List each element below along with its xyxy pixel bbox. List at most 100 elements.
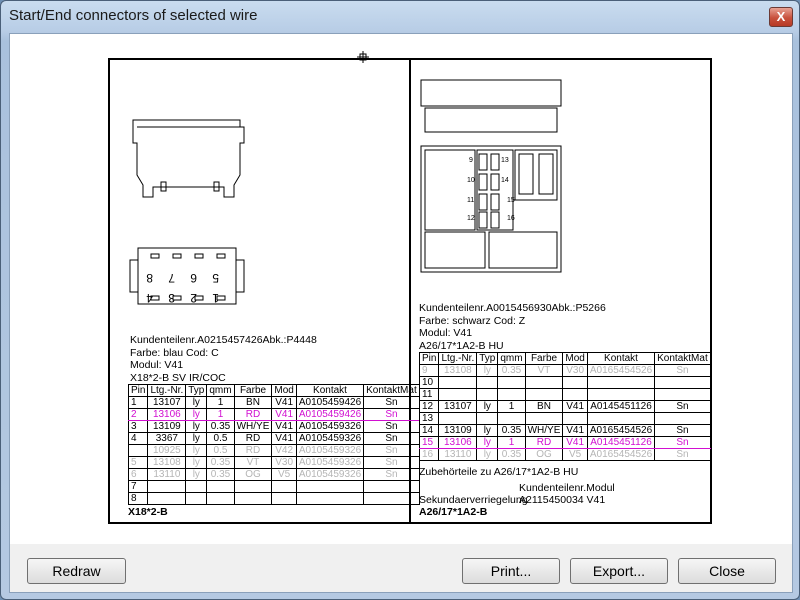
- table-row[interactable]: 16 13110 ly 0.35 OG V5 A0165454526 Sn: [418, 448, 711, 461]
- column-header: Kontakt: [586, 352, 656, 365]
- table-cell: [233, 492, 273, 505]
- table-cell: Sn: [654, 424, 711, 437]
- table-row[interactable]: 12 13107 ly 1 BN V41 A0145451126 Sn: [418, 400, 711, 413]
- table-cell: 13108: [438, 364, 478, 377]
- table-row[interactable]: 15 13106 ly 1 RD V41 A0145451126 Sn: [418, 436, 711, 449]
- right-connector-info: Kundenteilenr.A0015456930Abk.:P5266 Farb…: [419, 302, 606, 352]
- table-cell: Sn: [654, 436, 711, 449]
- table-row[interactable]: 10925 ly 0.5 RD V42 A0105459326 Sn: [127, 444, 420, 457]
- table-row[interactable]: 8: [127, 492, 420, 505]
- table-row[interactable]: 13: [418, 412, 711, 425]
- table-cell: [654, 376, 711, 389]
- accessories-row-label: Sekundaerverriegelung: [419, 494, 528, 506]
- table-cell: [438, 376, 478, 389]
- table-cell: Sn: [363, 468, 420, 481]
- pin-label: 8: [146, 271, 153, 285]
- table-row[interactable]: 2 13106 ly 1 RD V41 A0105459426 Sn: [127, 408, 420, 421]
- column-header: Mod: [271, 384, 297, 397]
- table-cell: 0.35: [206, 456, 235, 469]
- cavity-label: 13: [501, 157, 509, 164]
- table-cell: 0.35: [206, 468, 235, 481]
- pin-label: 4: [146, 291, 153, 305]
- table-cell: [497, 412, 526, 425]
- table-row[interactable]: 3 13109 ly 0.35 WH/YE V41 A0105459326 Sn: [127, 420, 420, 433]
- title-bar[interactable]: Start/End connectors of selected wire X: [1, 1, 799, 33]
- table-cell: 1: [206, 396, 235, 409]
- close-button[interactable]: Close: [678, 558, 776, 584]
- table-cell: [562, 376, 588, 389]
- table-cell: Sn: [654, 400, 711, 413]
- table-cell: 13107: [438, 400, 478, 413]
- table-cell: 6: [127, 468, 149, 481]
- table-cell: A0145451126: [586, 400, 656, 413]
- table-row[interactable]: 11: [418, 388, 711, 401]
- table-cell: [654, 412, 711, 425]
- table-cell: 0.35: [497, 424, 526, 437]
- table-cell: V41: [271, 420, 297, 433]
- table-cell: ly: [476, 424, 499, 437]
- left-connector-info: Kundenteilenr.A0215457426Abk.:P4448 Farb…: [130, 334, 317, 384]
- table-cell: A0165454526: [586, 424, 656, 437]
- table-row[interactable]: 14 13109 ly 0.35 WH/YE V41 A0165454526 Sn: [418, 424, 711, 437]
- table-cell: ly: [476, 364, 499, 377]
- table-cell: V42: [271, 444, 297, 457]
- left-connector-side-view: [132, 119, 245, 198]
- column-header: Farbe: [233, 384, 273, 397]
- table-cell: V41: [562, 424, 588, 437]
- connector-sheet: 8 7 6 5 4 3 2 1 Kundenteilenr.A021545742…: [108, 58, 712, 524]
- left-connector-pinout: 8 7 6 5 4 3 2 1: [129, 247, 245, 305]
- close-icon[interactable]: X: [769, 7, 793, 27]
- table-row[interactable]: 6 13110 ly 0.35 OG V5 A0105459326 Sn: [127, 468, 420, 481]
- table-cell: 13: [418, 412, 440, 425]
- accessories-header: Kundenteilenr.Modul: [519, 481, 615, 494]
- table-cell: V41: [562, 400, 588, 413]
- table-cell: BN: [524, 400, 564, 413]
- table-cell: [476, 412, 499, 425]
- drawing-canvas: 8 7 6 5 4 3 2 1 Kundenteilenr.A021545742…: [10, 34, 792, 544]
- cavity-label: 16: [507, 215, 515, 222]
- print-button[interactable]: Print...: [462, 558, 560, 584]
- client-area: 8 7 6 5 4 3 2 1 Kundenteilenr.A021545742…: [9, 33, 793, 593]
- table-cell: 8: [127, 492, 149, 505]
- column-header: Kontakt: [295, 384, 365, 397]
- redraw-button[interactable]: Redraw: [27, 558, 126, 584]
- table-cell: [438, 412, 478, 425]
- column-header: Ltg.-Nr.: [438, 352, 478, 365]
- column-header: KontaktMat: [654, 352, 711, 365]
- info-line: Kundenteilenr.A0215457426Abk.:P4448: [130, 334, 317, 346]
- table-row[interactable]: 4 3367 ly 0.5 RD V41 A0105459326 Sn: [127, 432, 420, 445]
- column-header: Farbe: [524, 352, 564, 365]
- info-line: Kundenteilenr.A0015456930Abk.:P5266: [419, 302, 606, 314]
- accessories-title: Zubehörteile zu A26/17*1A2-B HU: [419, 466, 579, 478]
- table-cell: Sn: [654, 364, 711, 377]
- table-cell: A0145451126: [586, 436, 656, 449]
- table-row[interactable]: 5 13108 ly 0.35 VT V30 A0105459326 Sn: [127, 456, 420, 469]
- table-cell: 13110: [147, 468, 187, 481]
- left-pin-table: Pin Ltg.-Nr. Typ qmm Farbe Mod Kontakt KontaktM…: [127, 384, 420, 505]
- table-cell: A0105459326: [295, 444, 365, 457]
- table-row[interactable]: 10: [418, 376, 711, 389]
- table-cell: [476, 388, 499, 401]
- export-button[interactable]: Export...: [570, 558, 668, 584]
- table-cell: [438, 388, 478, 401]
- table-cell: ly: [476, 436, 499, 449]
- table-cell: [185, 480, 208, 493]
- info-line: X18*2-B SV IR/COC: [130, 371, 226, 384]
- table-cell: RD: [233, 408, 273, 421]
- table-cell: V41: [562, 436, 588, 449]
- right-pin-table: Pin Ltg.-Nr. Typ qmm Farbe Mod Kontakt KontaktM…: [418, 352, 711, 461]
- cavity-label: 12: [467, 215, 475, 222]
- table-cell: [497, 376, 526, 389]
- column-header: Pin: [127, 384, 149, 397]
- info-line: Modul: V41: [130, 359, 184, 371]
- table-row[interactable]: 7: [127, 480, 420, 493]
- table-row[interactable]: 1 13107 ly 1 BN V41 A0105459426 Sn: [127, 396, 420, 409]
- table-row[interactable]: 9 13108 ly 0.35 VT V30 A0165454526 Sn: [418, 364, 711, 377]
- table-cell: 10: [418, 376, 440, 389]
- table-cell: 0.5: [206, 432, 235, 445]
- table-cell: 13109: [147, 420, 187, 433]
- table-cell: [295, 492, 365, 505]
- info-line: Modul: V41: [419, 327, 473, 339]
- table-cell: [586, 376, 656, 389]
- pin-label: 5: [212, 271, 219, 285]
